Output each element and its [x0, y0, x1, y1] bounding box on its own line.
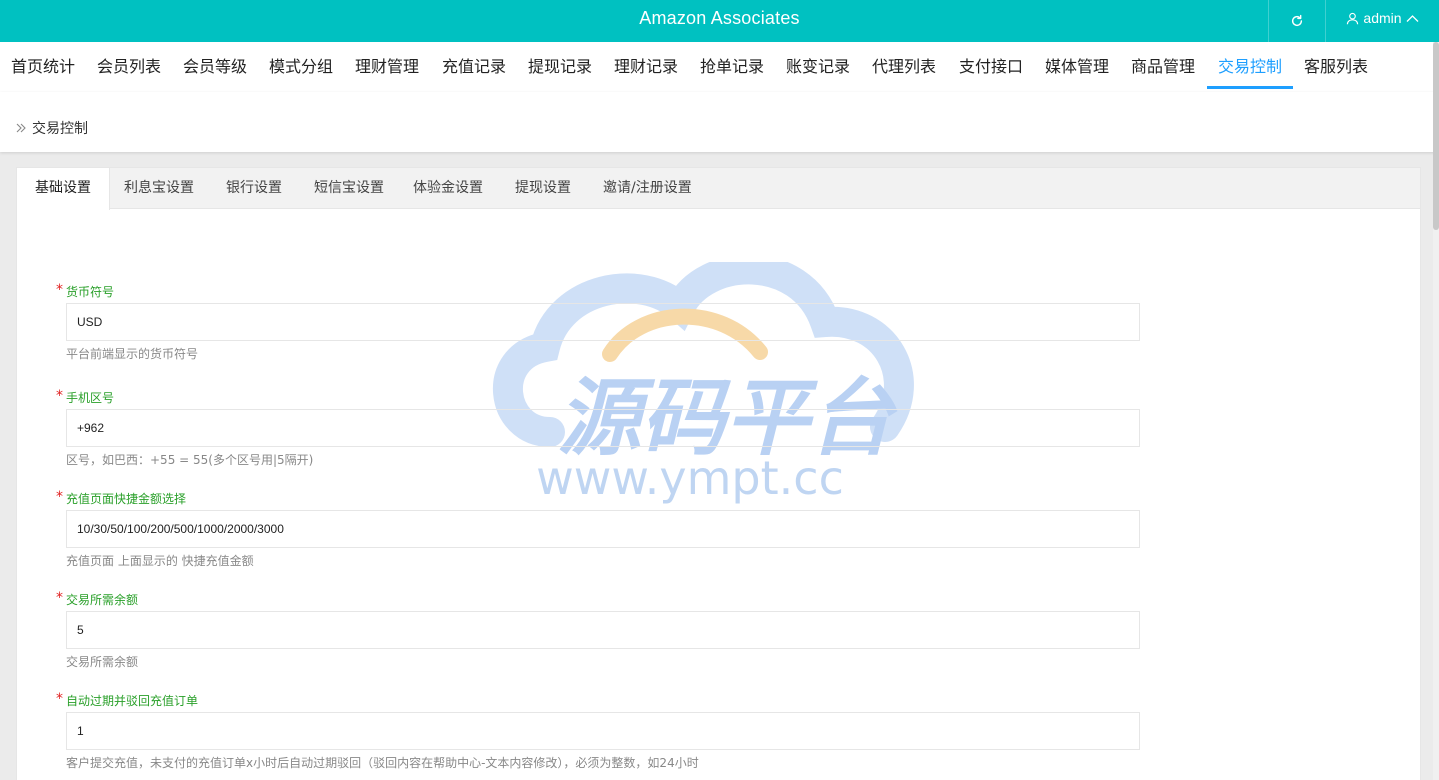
required-mark: * [56, 489, 63, 505]
nav-item-support-list[interactable]: 客服列表 [1304, 42, 1368, 90]
page-scrollbar[interactable] [1433, 42, 1439, 780]
app-title: Amazon Associates [639, 8, 800, 28]
quick-amounts-hint: 充值页面 上面显示的 快捷充值金额 [66, 554, 254, 568]
quick-amounts-label: 充值页面快捷金额选择 [66, 492, 187, 506]
nav-item-recharge-records[interactable]: 充值记录 [442, 42, 506, 90]
scrollbar-thumb[interactable] [1433, 42, 1439, 230]
tab-bank-settings[interactable]: 银行设置 [226, 168, 282, 209]
nav-item-agent-list[interactable]: 代理列表 [872, 42, 936, 90]
nav-item-finance-records[interactable]: 理财记录 [614, 42, 678, 90]
tab-basic-settings[interactable]: 基础设置 [17, 168, 110, 210]
phone-area-code-label: 手机区号 [66, 391, 115, 405]
nav-item-product-mgmt[interactable]: 商品管理 [1131, 42, 1195, 90]
nav-item-finance-mgmt[interactable]: 理财管理 [355, 42, 419, 90]
tab-withdraw-settings[interactable]: 提现设置 [515, 168, 571, 209]
refresh-icon [1291, 14, 1303, 27]
double-chevron-right-icon [16, 123, 26, 133]
nav-item-member-list[interactable]: 会员列表 [97, 42, 161, 90]
auto-expire-input[interactable] [66, 712, 1140, 750]
nav-item-home-stats[interactable]: 首页统计 [11, 42, 75, 90]
quick-amounts-input[interactable] [66, 510, 1140, 548]
refresh-button[interactable] [1268, 0, 1325, 42]
nav-item-account-change-records[interactable]: 账变记录 [786, 42, 850, 90]
currency-symbol-hint: 平台前端显示的货币符号 [66, 347, 199, 361]
chevron-up-icon [1406, 14, 1419, 22]
tab-sms-settings[interactable]: 短信宝设置 [314, 168, 384, 209]
auto-expire-hint: 客户提交充值，未支付的充值订单x小时后自动过期驳回（驳回内容在帮助中心-文本内容… [66, 756, 699, 770]
phone-area-code-input[interactable] [66, 409, 1140, 447]
breadcrumb-bar: 交易控制 [0, 92, 1439, 152]
phone-area-code-hint: 区号，如巴西：+55 = 55(多个区号用|5隔开) [66, 453, 314, 467]
nav-item-mode-groups[interactable]: 模式分组 [269, 42, 333, 90]
breadcrumb-current: 交易控制 [32, 121, 88, 137]
nav-item-withdraw-records[interactable]: 提现记录 [528, 42, 592, 90]
user-menu[interactable]: admin [1325, 0, 1439, 42]
currency-symbol-label: 货币符号 [66, 285, 115, 299]
tab-invite-register-settings[interactable]: 邀请/注册设置 [603, 168, 692, 209]
required-mark: * [56, 388, 63, 404]
required-mark: * [56, 691, 63, 707]
currency-symbol-input[interactable] [66, 303, 1140, 341]
main-nav: 首页统计 会员列表 会员等级 模式分组 理财管理 充值记录 提现记录 理财记录 … [0, 42, 1439, 92]
settings-card: 基础设置 利息宝设置 银行设置 短信宝设置 体验金设置 提现设置 邀请/注册设置 [16, 167, 1421, 780]
user-icon [1347, 12, 1359, 24]
required-balance-hint: 交易所需余额 [66, 655, 139, 669]
auto-expire-label: 自动过期并驳回充值订单 [66, 694, 199, 708]
nav-item-trade-control[interactable]: 交易控制 [1207, 42, 1293, 89]
settings-tabs: 基础设置 利息宝设置 银行设置 短信宝设置 体验金设置 提现设置 邀请/注册设置 [17, 168, 1420, 210]
nav-item-member-levels[interactable]: 会员等级 [183, 42, 247, 90]
top-header: Amazon Associates admin [0, 0, 1439, 42]
required-mark: * [56, 590, 63, 606]
nav-item-media-mgmt[interactable]: 媒体管理 [1045, 42, 1109, 90]
breadcrumb: 交易控制 [15, 118, 88, 138]
user-name: admin [1363, 10, 1402, 26]
required-mark: * [56, 282, 63, 298]
required-balance-input[interactable] [66, 611, 1140, 649]
required-balance-label: 交易所需余额 [66, 593, 139, 607]
tab-interest-settings[interactable]: 利息宝设置 [124, 168, 194, 209]
tab-trial-fund-settings[interactable]: 体验金设置 [413, 168, 483, 209]
nav-item-order-grab-records[interactable]: 抢单记录 [700, 42, 764, 90]
nav-item-payment-interfaces[interactable]: 支付接口 [959, 42, 1023, 90]
